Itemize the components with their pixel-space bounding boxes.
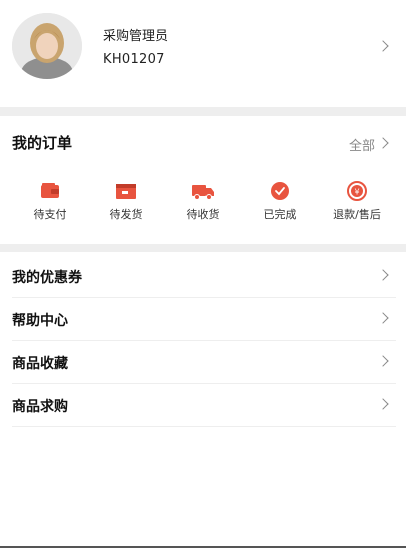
profile-role: 采购管理员 [103, 29, 169, 44]
menu-item-help-center[interactable]: 帮助中心 [12, 297, 396, 341]
check-circle-icon [271, 182, 289, 200]
order-status-refund[interactable]: ¥ 退款/售后 [322, 180, 392, 226]
view-all-orders-link[interactable]: 全部 [349, 135, 375, 154]
order-status-label: 已完成 [263, 208, 297, 221]
bottom-divider [0, 546, 406, 548]
svg-text:¥: ¥ [354, 188, 359, 197]
order-status-label: 待发货 [109, 208, 143, 221]
menu-item-label: 我的优惠券 [12, 270, 82, 286]
avatar-photo [12, 13, 82, 79]
section-divider [0, 107, 406, 116]
menu-item-purchase-requests[interactable]: 商品求购 [12, 383, 396, 427]
refund-icon: ¥ [347, 181, 367, 201]
order-status-pending-payment[interactable]: 待支付 [15, 180, 85, 226]
order-status-label: 待收货 [186, 208, 220, 221]
menu-item-label: 商品收藏 [12, 356, 68, 372]
chevron-right-icon [377, 312, 389, 324]
menu-item-label: 帮助中心 [12, 313, 68, 329]
chevron-right-icon [377, 269, 389, 281]
menu-item-favorites[interactable]: 商品收藏 [12, 340, 396, 384]
profile-header[interactable]: 采购管理员 KH01207 [0, 0, 406, 104]
orders-title: 我的订单 [12, 134, 73, 152]
chevron-right-icon [377, 398, 389, 410]
account-code: KH01207 [103, 52, 165, 67]
order-status-to-receive[interactable]: 待收货 [168, 180, 238, 226]
chevron-right-icon [377, 137, 389, 149]
section-divider [0, 244, 406, 252]
menu-item-coupons[interactable]: 我的优惠券 [12, 254, 396, 298]
avatar[interactable] [12, 13, 82, 79]
box-icon [116, 184, 136, 199]
order-status-label: 退款/售后 [333, 208, 381, 221]
wallet-icon [41, 183, 59, 198]
order-status-to-ship[interactable]: 待发货 [91, 180, 161, 226]
truck-icon [192, 185, 214, 200]
chevron-right-icon [377, 355, 389, 367]
order-status-completed[interactable]: 已完成 [245, 180, 315, 226]
menu-item-label: 商品求购 [12, 399, 68, 415]
chevron-right-icon [377, 40, 389, 52]
order-status-label: 待支付 [33, 208, 67, 221]
